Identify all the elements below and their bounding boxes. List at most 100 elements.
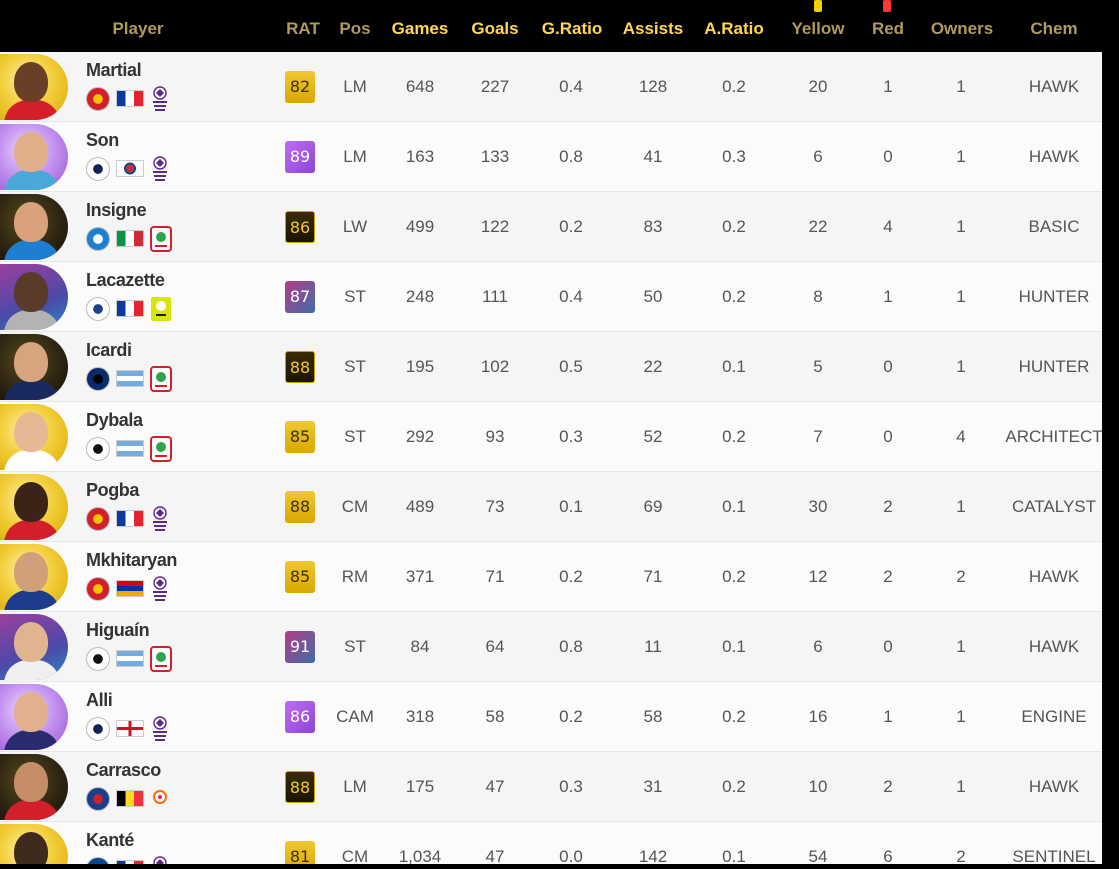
player-face <box>14 552 48 592</box>
player-shirt <box>4 380 60 400</box>
player-portrait <box>0 194 68 260</box>
cell-goals: 47 <box>485 777 505 796</box>
table-row[interactable]: Dybala 85 ST 292 93 0.3 52 0.2 7 0 4 ARCHITECT <box>0 402 1102 472</box>
ligue-1-logo <box>150 296 171 322</box>
col-owners-header[interactable]: Owners <box>922 0 1002 52</box>
rating-badge: 85 <box>285 561 315 593</box>
player-name[interactable]: Martial <box>86 60 142 81</box>
cell-aratio: 0.2 <box>722 287 746 306</box>
cell-assists: 71 <box>643 567 663 586</box>
col-player-header[interactable]: Player <box>96 0 180 52</box>
player-name[interactable]: Dybala <box>86 410 143 431</box>
premier-league-logo <box>150 156 170 182</box>
col-goals-header[interactable]: Goals <box>462 0 528 52</box>
player-name[interactable]: Kanté <box>86 830 134 851</box>
player-portrait <box>0 124 68 190</box>
cell-assists: 50 <box>643 287 663 306</box>
cell-gratio: 0.2 <box>559 567 583 586</box>
table-row[interactable]: Pogba 88 CM 489 73 0.1 69 0.1 30 2 1 CATALYST <box>0 472 1102 542</box>
cell-yellow: 30 <box>808 497 828 516</box>
premier-league-logo <box>150 716 170 742</box>
player-name[interactable]: Carrasco <box>86 760 161 781</box>
player-name[interactable]: Mkhitaryan <box>86 550 177 571</box>
player-name[interactable]: Son <box>86 130 119 151</box>
cell-goals: 64 <box>485 637 505 656</box>
cell-goals: 71 <box>485 567 505 586</box>
rating-badge: 89 <box>285 141 315 173</box>
player-name[interactable]: Lacazette <box>86 270 165 291</box>
rating-badge: 87 <box>285 281 315 313</box>
cell-aratio: 0.3 <box>722 147 746 166</box>
cell-goals: 102 <box>480 357 510 376</box>
cell-chem: CATALYST <box>1011 497 1097 516</box>
cell-games: 248 <box>405 287 435 306</box>
table-row[interactable]: Lacazette 87 ST 248 111 0.4 50 0.2 8 1 1 HUNTER <box>0 262 1102 332</box>
table-row[interactable]: Alli 86 CAM 318 58 0.2 58 0.2 16 1 1 ENGINE <box>0 682 1102 752</box>
player-name[interactable]: Pogba <box>86 480 139 501</box>
cell-games: 489 <box>405 497 435 516</box>
calcio-a-logo <box>150 226 172 252</box>
cell-pos: LM <box>343 77 367 96</box>
table-row[interactable]: Mkhitaryan 85 RM 371 71 0.2 71 0.2 12 2 2 HAWK <box>0 542 1102 612</box>
table-row[interactable]: Martial 82 LM 648 227 0.4 128 0.2 20 1 1 HAWK <box>0 52 1102 122</box>
cell-yellow: 10 <box>808 777 828 796</box>
player-name[interactable]: Icardi <box>86 340 132 361</box>
cell-owners: 1 <box>956 77 966 96</box>
cell-gratio: 0.0 <box>559 847 583 866</box>
player-name[interactable]: Alli <box>86 690 113 711</box>
cell-chem: HUNTER <box>1018 357 1090 376</box>
cell-red: 0 <box>883 427 893 446</box>
player-shirt <box>4 590 60 610</box>
calcio-a-logo <box>150 366 172 392</box>
col-chem-header[interactable]: Chem <box>1010 0 1098 52</box>
table-row[interactable]: Kanté 81 CM 1,034 47 0.0 142 0.1 54 6 2 SENTINEL <box>0 822 1102 869</box>
cell-yellow: 20 <box>808 77 828 96</box>
cell-pos: LM <box>343 777 367 796</box>
cell-goals: 111 <box>482 287 508 306</box>
player-name[interactable]: Higuaín <box>86 620 150 641</box>
cell-games: 648 <box>405 77 435 96</box>
cell-aratio: 0.2 <box>722 427 746 446</box>
cell-red: 2 <box>883 497 893 516</box>
cell-red: 0 <box>883 637 893 656</box>
cell-aratio: 0.1 <box>722 637 746 656</box>
cell-gratio: 0.2 <box>559 217 583 236</box>
col-yellow-header[interactable]: Yellow <box>780 0 856 52</box>
cell-goals: 73 <box>485 497 505 516</box>
col-aratio-header[interactable]: A.Ratio <box>696 0 772 52</box>
table-row[interactable]: Son 89 LM 163 133 0.8 41 0.3 6 0 1 HAWK <box>0 122 1102 192</box>
table-row[interactable]: Carrasco 88 LM 175 47 0.3 31 0.2 10 2 1 HAWK <box>0 752 1102 822</box>
cell-chem: HAWK <box>1028 147 1080 166</box>
table-header: Player RAT Pos Games Goals G.Ratio Assis… <box>0 0 1102 52</box>
player-portrait <box>0 684 68 750</box>
col-red-header[interactable]: Red <box>860 0 916 52</box>
table-row[interactable]: Icardi 88 ST 195 102 0.5 22 0.1 5 0 1 HUNTER <box>0 332 1102 402</box>
cell-pos: CM <box>341 497 369 516</box>
player-name[interactable]: Insigne <box>86 200 147 221</box>
col-gratio-header[interactable]: G.Ratio <box>534 0 610 52</box>
col-pos-header[interactable]: Pos <box>332 0 378 52</box>
col-rat-header[interactable]: RAT <box>282 0 324 52</box>
col-assists-header[interactable]: Assists <box>616 0 690 52</box>
cell-red: 1 <box>883 77 893 96</box>
cell-games: 318 <box>405 707 435 726</box>
player-shirt <box>4 100 60 120</box>
cell-goals: 122 <box>480 217 510 236</box>
cell-red: 0 <box>883 147 893 166</box>
player-face <box>14 622 48 662</box>
cell-owners: 1 <box>956 217 966 236</box>
table-row[interactable]: Insigne 86 LW 499 122 0.2 83 0.2 22 4 1 BASIC <box>0 192 1102 262</box>
france-flag <box>116 300 144 317</box>
player-face <box>14 132 48 172</box>
player-shirt <box>4 520 60 540</box>
rating-badge: 85 <box>285 421 315 453</box>
cell-chem: HAWK <box>1028 77 1080 96</box>
cell-pos: LM <box>343 147 367 166</box>
table-row[interactable]: Higuaín 91 ST 84 64 0.8 11 0.1 6 0 1 HAWK <box>0 612 1102 682</box>
col-games-header[interactable]: Games <box>384 0 456 52</box>
cell-aratio: 0.2 <box>722 217 746 236</box>
cell-red: 6 <box>883 847 893 866</box>
cell-gratio: 0.1 <box>559 497 583 516</box>
cell-owners: 4 <box>956 427 966 446</box>
cell-owners: 1 <box>956 357 966 376</box>
